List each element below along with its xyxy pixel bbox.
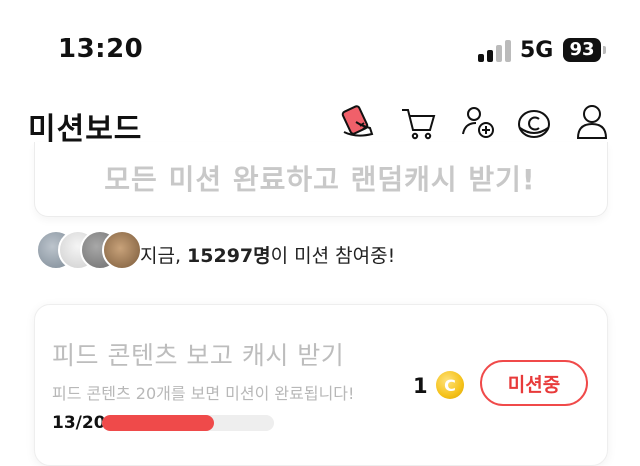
network-type: 5G xyxy=(520,38,554,63)
battery-tip xyxy=(603,46,606,54)
progress-fill xyxy=(102,415,214,431)
avatar xyxy=(102,230,142,270)
status-time: 13:20 xyxy=(58,34,144,64)
participants-suffix: 이 미션 참여중! xyxy=(270,245,396,267)
add-friend-icon[interactable] xyxy=(458,100,498,144)
cart-icon[interactable] xyxy=(398,100,438,144)
progress-text: 13/20 xyxy=(52,413,106,433)
participants-count: 15297명 xyxy=(187,245,271,267)
banner-text: 모든 미션 완료하고 랜덤캐시 받기! xyxy=(104,163,536,196)
mission-description: 피드 콘텐츠 20개를 보면 미션이 완료됩니다! xyxy=(52,384,355,403)
reward-amount: 1 xyxy=(413,374,428,398)
progress-bar xyxy=(102,415,274,431)
profile-icon[interactable] xyxy=(572,100,612,144)
coin-icon: C xyxy=(436,371,464,399)
participants-prefix: 지금, xyxy=(140,245,188,267)
participant-avatars xyxy=(36,230,144,270)
mission-status-button[interactable]: 미션중 xyxy=(480,360,588,406)
battery-indicator: 93 xyxy=(563,38,601,62)
mission-shoe-icon[interactable] xyxy=(338,100,378,144)
participants-text: 지금, 15297명이 미션 참여중! xyxy=(140,241,395,268)
coin-c-icon[interactable] xyxy=(514,100,554,144)
mission-title: 피드 콘텐츠 보고 캐시 받기 xyxy=(52,341,345,370)
signal-strength-icon xyxy=(478,40,512,62)
